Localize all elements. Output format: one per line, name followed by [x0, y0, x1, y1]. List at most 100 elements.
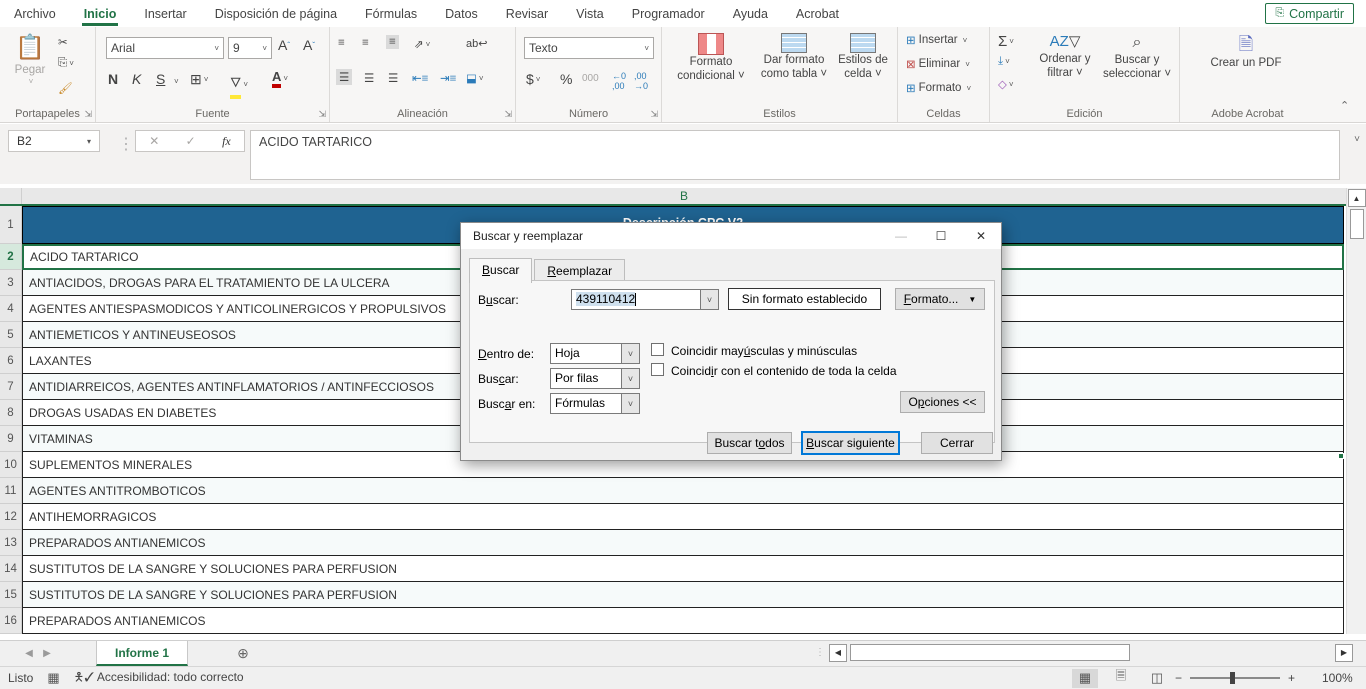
comma-style-icon[interactable]: 000: [582, 73, 599, 84]
underline-button[interactable]: S: [156, 71, 165, 87]
fill-handle[interactable]: [1338, 453, 1344, 459]
accessibility-status[interactable]: 🯅✓ Accesibilidad: todo correcto: [74, 668, 244, 689]
row-header[interactable]: 13: [0, 530, 22, 556]
sheet-tab-informe1[interactable]: Informe 1: [96, 641, 188, 666]
cell[interactable]: ANTIHEMORRAGICOS: [22, 504, 1344, 530]
percent-icon[interactable]: %: [560, 71, 572, 87]
menu-tab[interactable]: Inicio: [70, 0, 131, 27]
page-layout-view-icon[interactable]: 🗏: [1108, 669, 1134, 688]
expand-formula-bar-icon[interactable]: ˅: [1354, 134, 1360, 145]
select-all-corner[interactable]: [0, 188, 22, 204]
scroll-left-icon[interactable]: ◀: [829, 644, 847, 662]
merge-center-icon[interactable]: ⬓˅: [466, 71, 484, 85]
number-format-combo[interactable]: Texto˅: [524, 37, 654, 59]
format-cells-button[interactable]: ⊞Formato˅: [906, 81, 971, 95]
close-icon[interactable]: ✕: [961, 223, 1001, 249]
row-header[interactable]: 12: [0, 504, 22, 530]
scroll-up-icon[interactable]: ▲: [1348, 189, 1366, 207]
align-top-icon[interactable]: ≡: [338, 37, 345, 49]
match-entire-cell-checkbox[interactable]: [651, 363, 664, 376]
formula-input[interactable]: ACIDO TARTARICO: [250, 130, 1340, 180]
menu-tab[interactable]: Acrobat: [782, 0, 853, 27]
macro-record-icon[interactable]: ▦: [47, 670, 59, 686]
zoom-slider[interactable]: [1190, 677, 1280, 679]
bold-button[interactable]: N: [108, 71, 118, 87]
menu-tab[interactable]: Disposición de página: [201, 0, 351, 27]
create-pdf-button[interactable]: 🗎 Crear un PDF: [1206, 33, 1286, 70]
horizontal-scroll-thumb[interactable]: [850, 644, 1130, 661]
format-as-table-button[interactable]: Dar formato como tabla ˅: [754, 33, 834, 82]
increase-decimal-icon[interactable]: ←0,00: [612, 71, 626, 91]
font-name-combo[interactable]: Arial˅: [106, 37, 224, 59]
decrease-indent-icon[interactable]: ⇤≡: [412, 71, 428, 85]
cell[interactable]: AGENTES ANTITROMBOTICOS: [22, 478, 1344, 504]
within-dropdown-icon[interactable]: ˅: [621, 344, 639, 363]
row-header[interactable]: 2: [0, 244, 22, 270]
font-size-combo[interactable]: 9˅: [228, 37, 272, 59]
match-case-checkbox[interactable]: [651, 343, 664, 356]
menu-tab[interactable]: Ayuda: [719, 0, 782, 27]
column-header-B[interactable]: B: [22, 188, 1346, 204]
row-header[interactable]: 10: [0, 452, 22, 478]
conditional-formatting-button[interactable]: Formato condicional ˅: [676, 33, 746, 84]
clear-icon[interactable]: ◇˅: [998, 77, 1014, 91]
insert-cells-button[interactable]: ⊞Insertar˅: [906, 33, 967, 47]
increase-indent-icon[interactable]: ⇥≡: [440, 71, 456, 85]
cancel-icon[interactable]: ✕: [149, 134, 159, 148]
vertical-scroll-thumb[interactable]: [1350, 209, 1364, 239]
row-header[interactable]: 15: [0, 582, 22, 608]
copy-icon[interactable]: ⎘˅: [58, 57, 74, 70]
cell[interactable]: PREPARADOS ANTIANEMICOS: [22, 530, 1344, 556]
zoom-out-icon[interactable]: −: [1175, 671, 1182, 685]
collapse-ribbon-icon[interactable]: ⌃: [1340, 99, 1349, 112]
sheet-nav-left-icon[interactable]: ◀: [20, 641, 38, 666]
cut-icon[interactable]: ✂: [58, 35, 68, 49]
font-dialog-launcher-icon[interactable]: ⇲: [318, 109, 326, 120]
insert-function-icon[interactable]: fx: [222, 134, 231, 149]
menu-tab[interactable]: Fórmulas: [351, 0, 431, 27]
paste-button[interactable]: 📋 Pegar ˅: [10, 33, 50, 87]
page-break-view-icon[interactable]: ◫: [1144, 669, 1170, 688]
name-box-dropdown-icon[interactable]: ▾: [87, 137, 91, 146]
find-all-button[interactable]: Buscar todos: [707, 432, 792, 454]
cell[interactable]: SUSTITUTOS DE LA SANGRE Y SOLUCIONES PAR…: [22, 556, 1344, 582]
row-header[interactable]: 7: [0, 374, 22, 400]
find-what-dropdown-icon[interactable]: ˅: [700, 290, 718, 309]
look-in-dropdown-icon[interactable]: ˅: [621, 394, 639, 413]
cell[interactable]: SUSTITUTOS DE LA SANGRE Y SOLUCIONES PAR…: [22, 582, 1344, 608]
zoom-level[interactable]: 100%: [1322, 671, 1353, 685]
delete-cells-button[interactable]: ⊠Eliminar˅: [906, 57, 970, 71]
close-button[interactable]: Cerrar: [921, 432, 993, 454]
within-combo[interactable]: Hoja ˅: [550, 343, 640, 364]
format-dropdown-icon[interactable]: ▼: [968, 295, 976, 304]
enter-icon[interactable]: ✓: [186, 134, 196, 148]
horizontal-scrollbar[interactable]: ⋮ ◀ ▶: [815, 643, 1353, 662]
cell-styles-button[interactable]: Estilos de celda ˅: [830, 33, 896, 82]
shrink-font-icon[interactable]: Aˇ: [303, 37, 315, 53]
menu-tab[interactable]: Programador: [618, 0, 719, 27]
menu-tab[interactable]: Revisar: [492, 0, 562, 27]
font-color-icon[interactable]: A˅: [272, 69, 288, 88]
find-next-button[interactable]: Buscar siguiente: [801, 431, 900, 455]
row-header[interactable]: 11: [0, 478, 22, 504]
menu-tab[interactable]: Archivo: [0, 0, 70, 27]
format-button[interactable]: Formato... ▼: [895, 288, 985, 310]
orientation-icon[interactable]: ⇗˅: [414, 37, 430, 51]
row-header[interactable]: 16: [0, 608, 22, 634]
align-right-icon[interactable]: ☰: [388, 71, 398, 85]
zoom-in-icon[interactable]: +: [1288, 671, 1295, 685]
row-header[interactable]: 9: [0, 426, 22, 452]
align-middle-icon[interactable]: ≡: [362, 37, 369, 49]
sheet-nav-right-icon[interactable]: ▶: [38, 641, 56, 666]
vertical-scrollbar[interactable]: ▲: [1346, 188, 1366, 634]
row-header[interactable]: 14: [0, 556, 22, 582]
maximize-icon[interactable]: ☐: [921, 223, 961, 249]
menu-tab[interactable]: Insertar: [130, 0, 200, 27]
menu-tab[interactable]: Datos: [431, 0, 492, 27]
search-order-combo[interactable]: Por filas ˅: [550, 368, 640, 389]
find-select-button[interactable]: ⌕ Buscar y seleccionar ˅: [1098, 33, 1176, 82]
add-sheet-icon[interactable]: ⊕: [228, 641, 258, 666]
autosum-icon[interactable]: Σ˅: [998, 33, 1014, 50]
row-header[interactable]: 5: [0, 322, 22, 348]
row-header-1[interactable]: 1: [0, 206, 22, 244]
